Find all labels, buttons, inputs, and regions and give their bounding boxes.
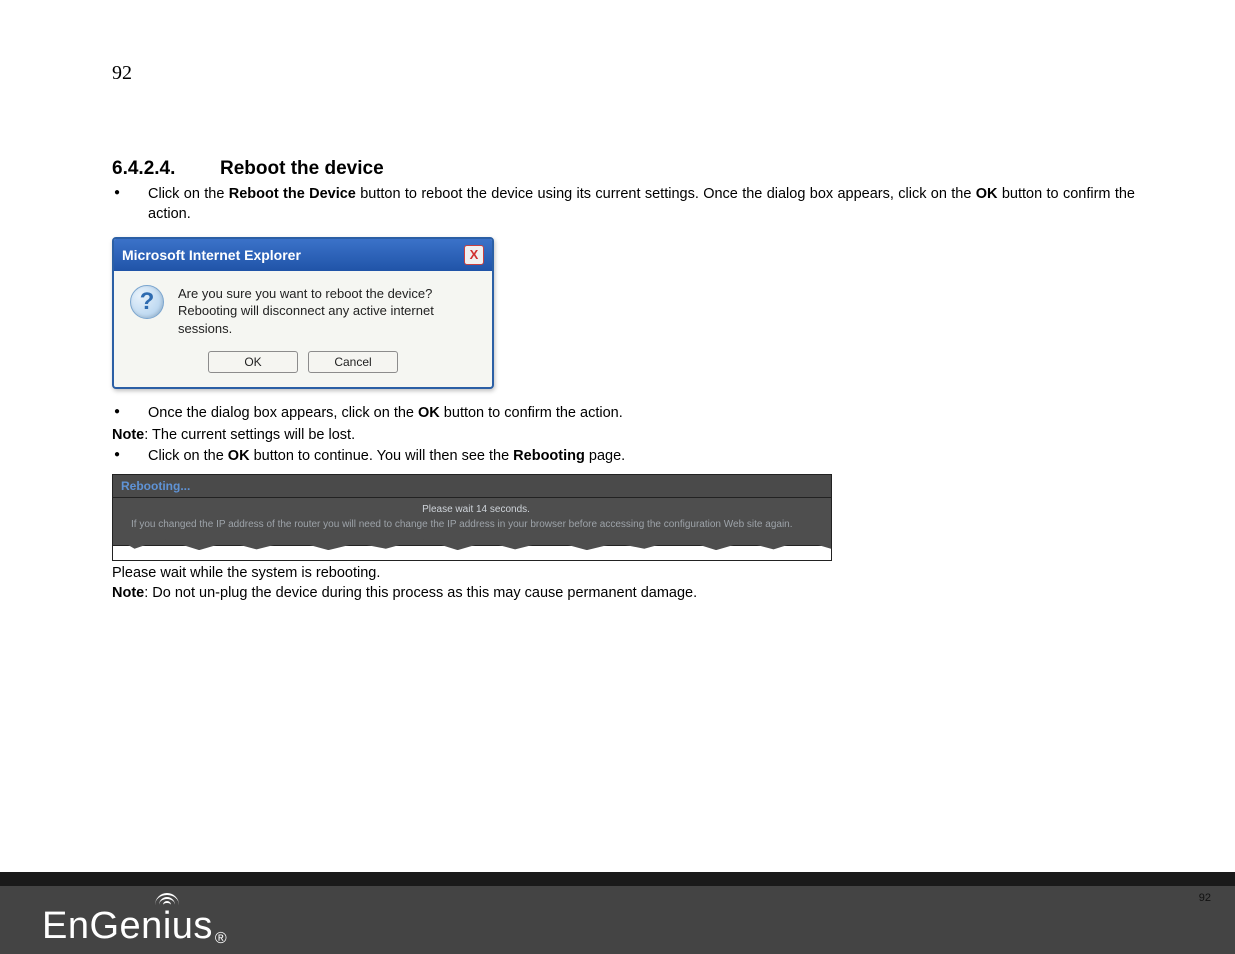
bullet-1-text: Click on the Reboot the Device button to…	[148, 184, 1135, 225]
rebooting-note: If you changed the IP address of the rou…	[131, 518, 821, 531]
rebooting-wait: Please wait 14 seconds.	[131, 504, 821, 515]
dialog-message: Are you sure you want to reboot the devi…	[178, 285, 480, 338]
confirm-dialog: Microsoft Internet Explorer X ? Are you …	[112, 237, 494, 390]
rebooting-header: Rebooting...	[113, 475, 831, 498]
bullet-3-text: Click on the OK button to continue. You …	[148, 446, 1135, 466]
dialog-line2: Rebooting will disconnect any active int…	[178, 302, 480, 337]
bullet-3: ● Click on the OK button to continue. Yo…	[112, 446, 1135, 466]
bullet-2: ● Once the dialog box appears, click on …	[112, 403, 1135, 423]
note1-label: Note	[112, 427, 144, 443]
footer-accent-bar	[0, 872, 1235, 886]
wait-line: Please wait while the system is rebootin…	[112, 563, 1135, 583]
t: OK	[976, 186, 998, 202]
t: OK	[418, 405, 440, 421]
content-area: 6.4.2.4. Reboot the device ● Click on th…	[112, 158, 1135, 604]
t: button to reboot the device using its cu…	[356, 186, 976, 202]
note2-text: : Do not un-plug the device during this …	[144, 585, 697, 601]
rebooting-figure: Rebooting... Please wait 14 seconds. If …	[112, 474, 832, 561]
dialog-buttons: OK Cancel	[114, 347, 492, 387]
t: Rebooting	[513, 448, 585, 464]
t: Once the dialog box appears, click on th…	[148, 405, 418, 421]
registered-icon: ®	[215, 930, 227, 948]
t: page.	[585, 448, 625, 464]
logo-i: i	[163, 905, 172, 948]
note1-text: : The current settings will be lost.	[144, 427, 355, 443]
heading-title: Reboot the device	[220, 158, 384, 180]
dialog-titlebar: Microsoft Internet Explorer X	[114, 239, 492, 271]
t: button to confirm the action.	[440, 405, 623, 421]
t: Click on the	[148, 186, 229, 202]
torn-edge-icon	[113, 546, 831, 560]
section-heading: 6.4.2.4. Reboot the device	[112, 158, 1135, 180]
note2-label: Note	[112, 585, 144, 601]
logo-pre: EnGen	[42, 905, 163, 948]
wifi-icon	[155, 891, 179, 905]
engenius-logo: EnGenius®	[42, 905, 227, 948]
dialog-title-text: Microsoft Internet Explorer	[122, 247, 301, 263]
ok-button[interactable]: OK	[208, 351, 298, 373]
cancel-button[interactable]: Cancel	[308, 351, 398, 373]
bullet-icon: ●	[112, 446, 148, 466]
t: button to continue. You will then see th…	[250, 448, 514, 464]
t: Click on the	[148, 448, 228, 464]
t: Reboot the Device	[229, 186, 356, 202]
note-2: Note: Do not un-plug the device during t…	[112, 583, 1135, 603]
page-number-top: 92	[112, 62, 132, 85]
page-number-footer: 92	[1199, 892, 1211, 904]
note-1: Note: The current settings will be lost.	[112, 425, 1135, 445]
bullet-2-text: Once the dialog box appears, click on th…	[148, 403, 1135, 423]
dialog-line1: Are you sure you want to reboot the devi…	[178, 285, 480, 303]
question-icon: ?	[130, 285, 164, 319]
bullet-icon: ●	[112, 184, 148, 225]
dialog-body: ? Are you sure you want to reboot the de…	[114, 271, 492, 348]
t: OK	[228, 448, 250, 464]
bullet-1: ● Click on the Reboot the Device button …	[112, 184, 1135, 225]
bullet-icon: ●	[112, 403, 148, 423]
logo-i-char: i	[163, 905, 172, 947]
close-icon[interactable]: X	[464, 245, 484, 265]
logo-post: us	[172, 905, 213, 948]
heading-number: 6.4.2.4.	[112, 158, 220, 180]
